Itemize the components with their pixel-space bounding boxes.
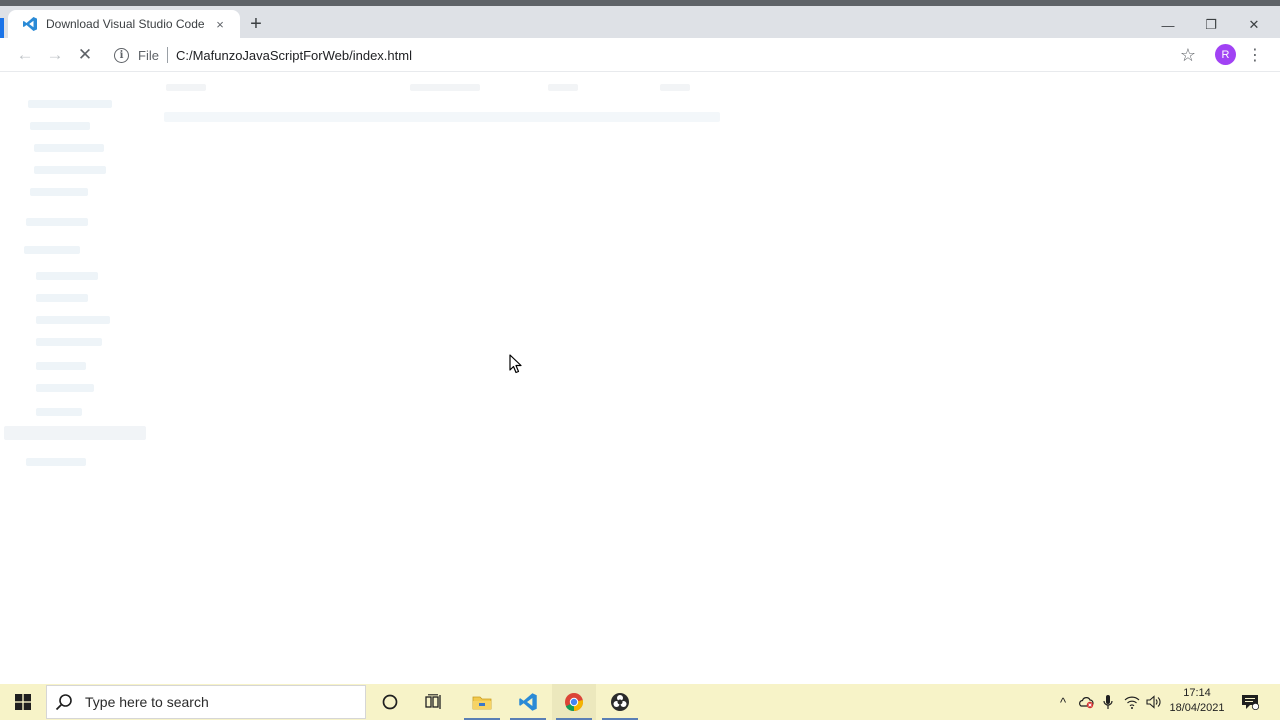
search-placeholder: Type here to search: [85, 694, 209, 710]
tab-close-icon[interactable]: ×: [212, 17, 228, 32]
faded-sidebar-item: [36, 338, 102, 346]
task-view-icon: [425, 694, 441, 709]
browser-menu-button[interactable]: ⋮: [1244, 44, 1266, 66]
notification-icon: [1242, 695, 1259, 710]
speaker-glyph: [1146, 695, 1161, 709]
address-bar[interactable]: i File C:/MafunzoJavaScriptForWeb/index.…: [106, 41, 1206, 69]
show-hidden-icons-button[interactable]: ^: [1054, 684, 1072, 720]
tab-download-vscode[interactable]: Download Visual Studio Code - M ×: [8, 10, 240, 38]
faded-sidebar-item: [36, 362, 86, 370]
omnibox-divider: [166, 47, 168, 63]
vscode-icon: [519, 693, 537, 711]
clock-time: 17:14: [1183, 687, 1211, 699]
browser-toolbar: ← → ✕ i File C:/MafunzoJavaScriptForWeb/…: [0, 38, 1280, 72]
bookmark-star-icon[interactable]: ☆: [1177, 44, 1199, 66]
microphone-icon[interactable]: [1098, 684, 1118, 720]
new-tab-button[interactable]: +: [246, 14, 266, 34]
faded-sidebar-item: [36, 316, 110, 324]
action-center-button[interactable]: [1236, 684, 1264, 720]
faded-selected-row: [4, 426, 146, 440]
tab-title: Download Visual Studio Code - M: [46, 17, 206, 31]
forward-button[interactable]: →: [44, 44, 66, 66]
taskbar-chrome[interactable]: [552, 684, 596, 720]
windows-taskbar: Type here to search ^ 17:14 18/04/2021: [0, 684, 1280, 720]
profile-avatar[interactable]: R: [1215, 44, 1236, 65]
chrome-icon: [565, 693, 584, 712]
faded-column-header: [660, 84, 690, 91]
windows-logo-icon: [15, 694, 31, 710]
wifi-icon[interactable]: [1122, 684, 1142, 720]
faded-sidebar-item: [36, 408, 82, 416]
info-icon[interactable]: i: [114, 47, 129, 63]
task-view-button[interactable]: [414, 684, 454, 720]
clock-date: 18/04/2021: [1169, 702, 1225, 714]
restore-button[interactable]: ❐: [1188, 12, 1234, 38]
faded-column-header: [548, 84, 578, 91]
start-button[interactable]: [6, 684, 40, 720]
faded-sidebar-item: [34, 166, 106, 174]
search-icon: [55, 694, 72, 711]
url-text[interactable]: C:/MafunzoJavaScriptForWeb/index.html: [176, 48, 412, 63]
faded-file-row: [164, 112, 720, 122]
mic-glyph: [1103, 695, 1113, 709]
faded-sidebar-item: [34, 144, 104, 152]
faded-sidebar-item: [26, 458, 86, 466]
cortana-icon: [382, 694, 398, 710]
faded-column-header: [166, 84, 206, 91]
mouse-cursor-icon: [509, 354, 522, 374]
system-clock[interactable]: 17:14 18/04/2021: [1166, 686, 1228, 716]
page-content: [0, 72, 1280, 684]
faded-sidebar-item: [30, 188, 88, 196]
cortana-button[interactable]: [370, 684, 410, 720]
back-button[interactable]: ←: [14, 44, 36, 66]
wifi-glyph: [1124, 696, 1140, 709]
faded-sidebar-item: [28, 100, 112, 108]
tab-strip: Download Visual Studio Code - M × + — ❐ …: [0, 6, 1280, 44]
close-window-button[interactable]: ✕: [1231, 12, 1277, 38]
faded-sidebar-item: [36, 272, 98, 280]
faded-sidebar-item: [36, 384, 94, 392]
faded-column-header: [410, 84, 480, 91]
taskbar-vscode[interactable]: [506, 684, 550, 720]
url-scheme-label: File: [138, 47, 159, 63]
obs-icon: [611, 693, 629, 711]
faded-sidebar-item: [36, 294, 88, 302]
taskbar-search-box[interactable]: Type here to search: [46, 685, 366, 719]
taskbar-file-explorer[interactable]: [460, 684, 504, 720]
volume-icon[interactable]: [1144, 684, 1164, 720]
cloud-error-icon: [1079, 697, 1094, 709]
faded-sidebar-item: [26, 218, 88, 226]
file-explorer-icon: [472, 696, 492, 710]
taskbar-obs[interactable]: [598, 684, 642, 720]
faded-sidebar-item: [24, 246, 80, 254]
minimize-button[interactable]: —: [1145, 12, 1191, 38]
stop-loading-button[interactable]: ✕: [74, 44, 96, 66]
onedrive-status-icon[interactable]: [1076, 684, 1096, 720]
vscode-icon: [23, 17, 37, 31]
faded-sidebar-item: [30, 122, 90, 130]
